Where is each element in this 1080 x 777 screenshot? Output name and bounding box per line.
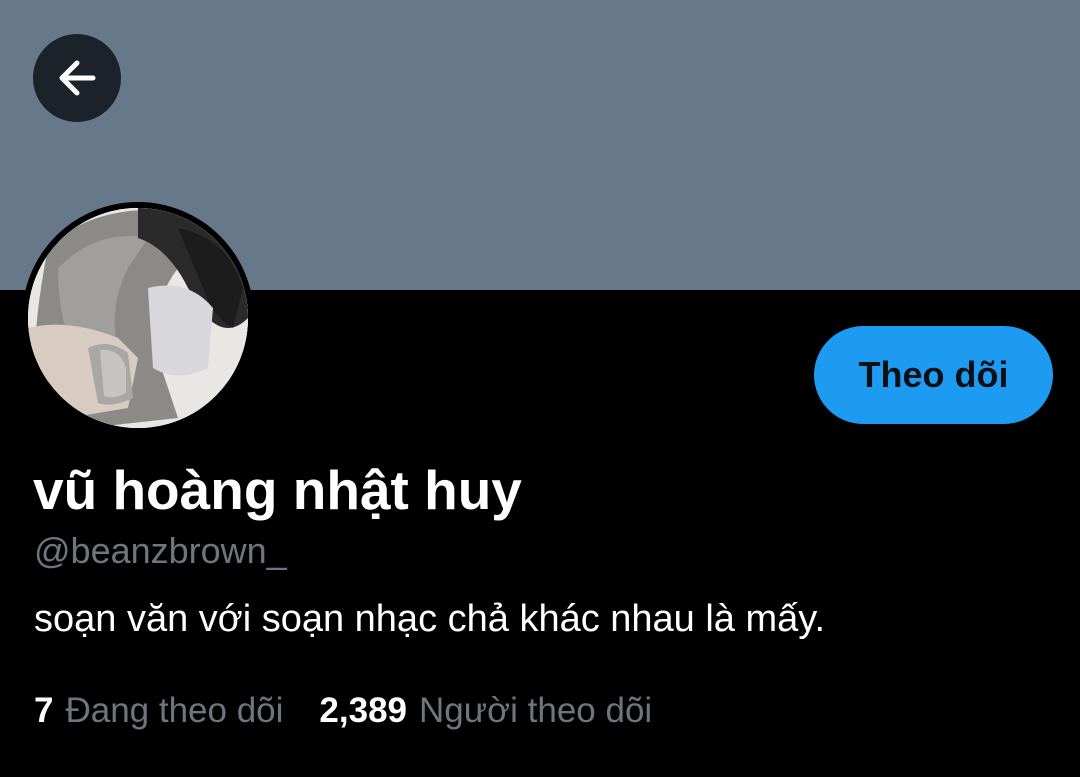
display-name: vũ hoàng nhật huy (33, 459, 522, 521)
following-count: 7 (34, 691, 54, 730)
followers-stat[interactable]: 2,389 Người theo dõi (319, 691, 652, 731)
following-label: Đang theo dõi (65, 691, 284, 730)
back-button[interactable] (33, 34, 121, 122)
arrow-left-icon (53, 54, 101, 102)
profile-page: Theo dõi vũ hoàng nhật huy @beanzbrown_ … (0, 0, 1080, 777)
profile-handle: @beanzbrown_ (34, 530, 287, 571)
profile-bio: soạn văn với soạn nhạc chả khác nhau là … (34, 598, 826, 640)
followers-count: 2,389 (319, 691, 408, 730)
followers-label: Người theo dõi (419, 691, 653, 730)
avatar[interactable] (22, 202, 254, 434)
profile-stats: 7 Đang theo dõi 2,389 Người theo dõi (34, 691, 652, 731)
follow-button[interactable]: Theo dõi (814, 326, 1053, 424)
following-stat[interactable]: 7 Đang theo dõi (34, 691, 283, 731)
profile-photo (28, 208, 248, 428)
